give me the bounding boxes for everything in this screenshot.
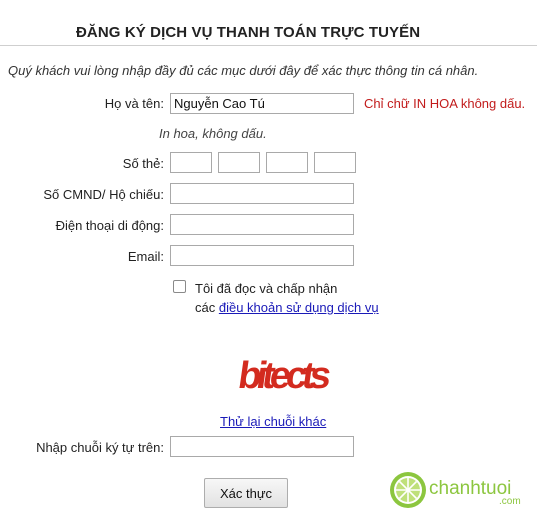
card-segment-3-input[interactable] <box>266 152 308 173</box>
agree-checkbox[interactable] <box>173 280 186 293</box>
phone-input[interactable] <box>170 214 354 235</box>
fullname-input[interactable] <box>170 93 354 114</box>
logo-suffix: .com <box>499 496 521 507</box>
fullname-hint: In hoa, không dấu. <box>159 126 267 141</box>
submit-button[interactable]: Xác thực <box>204 478 288 508</box>
email-label: Email: <box>127 249 164 264</box>
captcha-input[interactable] <box>170 436 354 457</box>
title-divider <box>0 45 537 46</box>
card-segment-2-input[interactable] <box>218 152 260 173</box>
captcha-text: bitects <box>236 354 333 397</box>
lime-slice-icon <box>390 472 426 508</box>
idcard-input[interactable] <box>170 183 354 204</box>
idcard-label: Số CMND/ Hộ chiếu: <box>43 187 164 202</box>
agree-text: Tôi đã đọc và chấp nhận <box>195 281 338 296</box>
fullname-requirement-note: Chỉ chữ IN HOA không dấu. <box>364 96 526 111</box>
intro-text: Quý khách vui lòng nhập đầy đủ các mục d… <box>8 63 479 78</box>
captcha-image: bitects <box>236 354 333 397</box>
chanhtuoi-logo: chanhtuoi .com <box>390 472 521 508</box>
captcha-input-label: Nhập chuỗi ký tự trên: <box>36 440 164 455</box>
phone-label: Điện thoại di động: <box>55 218 164 233</box>
card-segment-1-input[interactable] <box>170 152 212 173</box>
terms-link[interactable]: điều khoản sử dụng dịch vụ <box>219 300 379 315</box>
card-number-label: Số thẻ: <box>122 156 164 171</box>
fullname-label: Họ và tên: <box>104 96 164 111</box>
agree-prefix: các <box>195 300 216 315</box>
card-segment-4-input[interactable] <box>314 152 356 173</box>
captcha-retry-link[interactable]: Thử lại chuỗi khác <box>220 414 326 429</box>
page-title: ĐĂNG KÝ DỊCH VỤ THANH TOÁN TRỰC TUYẾN <box>76 24 421 41</box>
agree-terms-line: các điều khoản sử dụng dịch vụ <box>195 300 379 315</box>
email-input[interactable] <box>170 245 354 266</box>
